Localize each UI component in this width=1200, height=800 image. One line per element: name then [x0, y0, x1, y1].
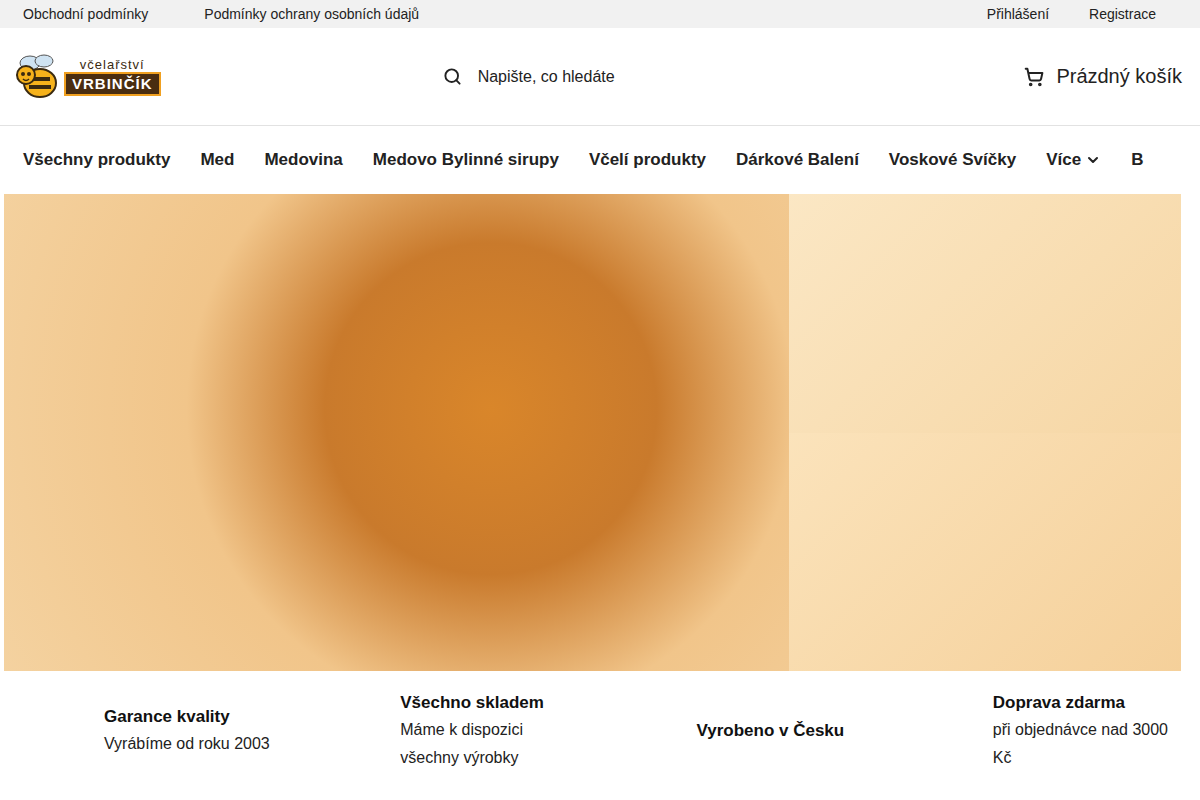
feature: Všechno sklademMáme k dispozici všechny … — [296, 671, 592, 800]
search-field[interactable]: Napište, co hledáte — [443, 67, 615, 86]
nav-item[interactable]: Voskové Svíčky — [889, 150, 1016, 170]
account-links: Přihlášení Registrace — [987, 6, 1156, 22]
nav-item[interactable]: Medovo Bylinné sirupy — [373, 150, 559, 170]
chevron-down-icon — [1085, 152, 1101, 168]
nav-item[interactable]: Medovina — [264, 150, 342, 170]
mead-banner[interactable] — [789, 194, 1181, 433]
nav-more[interactable]: Více — [1046, 150, 1101, 170]
info-link[interactable]: Podmínky ochrany osobních údajů — [204, 6, 419, 22]
top-bar: Obchodní podmínky Podmínky ochrany osobní… — [0, 0, 1200, 28]
feature: Doprava zdarmapři objednávce nad 3000 Kč — [889, 671, 1185, 800]
features: Garance kvalityVyrábíme od roku 2003Všec… — [0, 671, 1200, 800]
nav-item[interactable]: Včelí produkty — [589, 150, 706, 170]
nav-item[interactable]: Med — [200, 150, 234, 170]
feature: Garance kvalityVyrábíme od roku 2003 — [0, 671, 296, 800]
main-nav: Všechny produkty Med Medovina Medovo Bylinn… — [0, 126, 1200, 194]
feature: Vyrobeno v Česku — [593, 671, 889, 800]
feature-text: Máme k dispozici všechny výrobky — [400, 716, 584, 772]
feature-title: Vyrobeno v Česku — [697, 718, 881, 744]
info-links: Obchodní podmínky Podmínky ochrany osobní… — [23, 6, 419, 22]
page: Obchodní podmínky Podmínky ochrany osobní… — [0, 0, 1200, 800]
search-icon — [443, 67, 462, 86]
header: včelařstvíVRBINČÍK Napište, co hledáte Prá… — [0, 28, 1200, 126]
nav-item[interactable]: B — [1131, 150, 1143, 170]
logo-tagline: včelařství — [80, 58, 145, 72]
account-link[interactable]: Registrace — [1089, 6, 1156, 22]
logo-name: VRBINČÍK — [64, 72, 161, 96]
cart-icon — [1024, 67, 1044, 87]
syrup-banner[interactable] — [789, 433, 1181, 672]
nav-item[interactable]: Dárkové Balení — [736, 150, 859, 170]
account-link[interactable]: Přihlášení — [987, 6, 1049, 22]
cart-button[interactable]: Prázdný košík — [1024, 65, 1182, 88]
cart-label: Prázdný košík — [1056, 65, 1182, 88]
logo[interactable]: včelařstvíVRBINČÍK — [10, 49, 401, 105]
info-link[interactable]: Obchodní podmínky — [23, 6, 148, 22]
feature-title: Doprava zdarma — [993, 690, 1177, 716]
feature-text: Vyrábíme od roku 2003 — [104, 730, 288, 758]
bee-logo-icon — [10, 49, 70, 105]
feature-title: Všechno skladem — [400, 690, 584, 716]
search-placeholder: Napište, co hledáte — [478, 68, 615, 86]
banners — [4, 194, 1181, 671]
logo-text: včelařstvíVRBINČÍK — [64, 58, 161, 96]
feature-text: při objednávce nad 3000 Kč — [993, 716, 1177, 772]
nav-item[interactable]: Všechny produkty — [23, 150, 170, 170]
side-banners — [789, 194, 1181, 671]
honey-banner[interactable] — [4, 194, 789, 671]
feature-title: Garance kvality — [104, 704, 288, 730]
